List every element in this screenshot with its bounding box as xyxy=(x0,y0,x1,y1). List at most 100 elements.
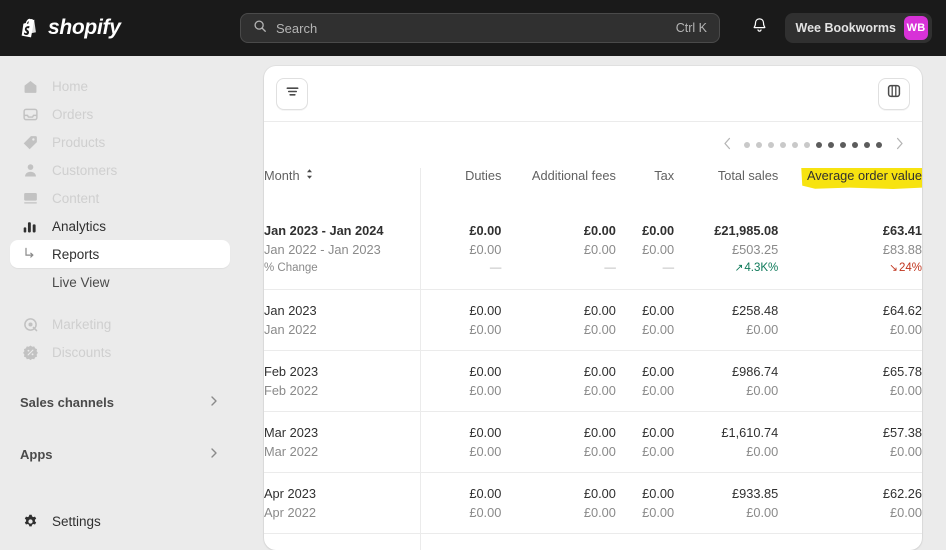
cell-total-sales: £21,985.08 £503.25 ↗4.3K% xyxy=(674,210,778,290)
sort-updown-icon[interactable] xyxy=(305,168,314,183)
value-current: £0.00 xyxy=(421,545,501,550)
value-current: £1,610.74 xyxy=(721,425,779,440)
store-account-button[interactable]: Wee Bookworms WB xyxy=(784,13,932,43)
value-previous: £0.00 xyxy=(889,383,922,398)
cell-total-sales: £1,309.81 xyxy=(674,534,778,550)
value-current: £0.00 xyxy=(583,303,616,318)
table-row[interactable]: Apr 2023 Apr 2022 £0.00 £0.00 £0.00 £0.0… xyxy=(264,472,922,534)
value-previous: £0.00 xyxy=(642,444,675,459)
column-header-month[interactable]: Month xyxy=(264,168,421,210)
top-bar: shopify Search Ctrl K Wee Bookworms WB xyxy=(0,0,946,56)
global-search-bar[interactable]: Search Ctrl K xyxy=(240,13,720,43)
cell-additional-fees: £0.00 £0.00 — xyxy=(501,210,616,290)
sidebar-item-customers[interactable]: Customers xyxy=(10,156,230,184)
column-header-duties[interactable]: Duties xyxy=(420,168,501,210)
column-header-tax[interactable]: Tax xyxy=(616,168,674,210)
period-current: May 2023 xyxy=(264,545,420,550)
table-row[interactable]: Mar 2023 Mar 2022 £0.00 £0.00 £0.00 £0.0… xyxy=(264,411,922,473)
table-row[interactable]: Feb 2023 Feb 2022 £0.00 £0.00 £0.00 £0.0… xyxy=(264,350,922,412)
sidebar-item-label: Customers xyxy=(52,162,118,178)
store-name-label: Wee Bookworms xyxy=(795,21,897,35)
period-current: Apr 2023 xyxy=(264,486,316,501)
period-current: Feb 2023 xyxy=(264,364,319,379)
cell-tax: £0.00 £0.00 xyxy=(616,351,674,412)
sidebar-section-sales-channels[interactable]: Sales channels xyxy=(10,388,230,416)
marketing-target-icon xyxy=(20,314,40,334)
period-current: Jan 2023 xyxy=(264,303,317,318)
column-header-average-order-value[interactable]: Average order value xyxy=(778,168,922,210)
value-current: £64.62 xyxy=(882,303,922,318)
columns-layout-icon xyxy=(886,83,902,104)
value-current: £933.85 xyxy=(732,486,779,501)
chevron-right-icon[interactable] xyxy=(892,137,906,153)
column-header-label: Tax xyxy=(654,168,675,183)
cell-additional-fees: £0.00 £0.00 xyxy=(501,351,616,412)
report-table-scroll[interactable]: Month Duties Additional fees Tax Total s… xyxy=(264,168,922,550)
sidebar-item-marketing[interactable]: Marketing xyxy=(10,310,230,338)
table-row-summary[interactable]: Jan 2023 - Jan 2024 Jan 2022 - Jan 2023 … xyxy=(264,210,922,290)
sidebar-item-discounts[interactable]: Discounts xyxy=(10,338,230,366)
table-row[interactable]: Jan 2023 Jan 2022 £0.00 £0.00 £0.00 £0.0… xyxy=(264,289,922,351)
search-icon xyxy=(253,19,267,38)
value-change-down: ↘24% xyxy=(778,259,922,278)
sidebar-item-analytics[interactable]: Analytics xyxy=(10,212,230,240)
sidebar-item-label: Reports xyxy=(52,246,100,262)
value-current: £57.38 xyxy=(882,425,922,440)
sidebar-item-label: Orders xyxy=(52,106,94,122)
cell-average-order-value: £65.78 £0.00 xyxy=(778,351,922,412)
bell-icon xyxy=(751,17,768,39)
report-card: Month Duties Additional fees Tax Total s… xyxy=(264,66,922,550)
cell-average-order-value: £63.41 £83.88 ↘24% xyxy=(778,210,922,290)
table-row[interactable]: May 2023 £0.00 £0.00 £0.00 xyxy=(264,533,922,550)
sidebar-item-label: Settings xyxy=(52,513,101,529)
sidebar-item-label: Content xyxy=(52,190,100,206)
sidebar-item-live-view[interactable]: Live View xyxy=(10,268,230,296)
cell-duties: £0.00 xyxy=(420,534,501,550)
value-previous: £0.00 xyxy=(642,505,675,520)
value-current: £0.00 xyxy=(642,303,675,318)
edit-columns-button[interactable] xyxy=(878,77,910,110)
value-current: £72.55 xyxy=(778,545,922,550)
sidebar-item-settings[interactable]: Settings xyxy=(10,506,230,536)
value-current: £0.00 xyxy=(469,425,502,440)
value-previous: £0.00 xyxy=(746,444,779,459)
pager-dots[interactable] xyxy=(744,142,882,148)
cell-tax: £0.00 £0.00 xyxy=(616,473,674,534)
value-previous: £0.00 xyxy=(746,322,779,337)
filter-button[interactable] xyxy=(276,77,308,110)
avatar: WB xyxy=(904,16,928,40)
cell-month: Jan 2023 - Jan 2024 Jan 2022 - Jan 2023 … xyxy=(264,210,421,290)
value-change-up: ↗4.3K% xyxy=(674,259,779,278)
arrow-down-right-icon: ↘ xyxy=(889,262,898,274)
sidebar-item-label: Home xyxy=(52,78,89,94)
search-input-placeholder[interactable]: Search xyxy=(276,21,676,36)
sidebar-item-orders[interactable]: Orders xyxy=(10,100,230,128)
column-header-total-sales[interactable]: Total sales xyxy=(674,168,778,210)
cell-duties: £0.00 £0.00 xyxy=(420,473,501,534)
chevron-right-icon xyxy=(208,447,220,462)
sidebar-item-content[interactable]: Content xyxy=(10,184,230,212)
products-tag-icon xyxy=(20,132,40,152)
cell-month: Apr 2023 Apr 2022 xyxy=(264,472,421,534)
value-current: £0.00 xyxy=(642,223,675,238)
notifications-button[interactable] xyxy=(745,13,775,43)
top-bar-right-cluster: Wee Bookworms WB xyxy=(745,0,932,56)
column-header-additional-fees[interactable]: Additional fees xyxy=(501,168,616,210)
report-toolbar xyxy=(264,66,922,122)
sidebar-item-home[interactable]: Home xyxy=(10,72,230,100)
shopify-logo[interactable]: shopify xyxy=(18,16,218,40)
summary-change-label: % Change xyxy=(264,262,318,274)
home-icon xyxy=(20,76,40,96)
value-current: £63.41 xyxy=(882,223,922,238)
cell-duties: £0.00 £0.00 xyxy=(420,351,501,412)
chevron-left-icon[interactable] xyxy=(720,137,734,153)
cell-total-sales: £258.48 £0.00 xyxy=(674,290,778,351)
arrow-up-right-icon: ↗ xyxy=(734,262,744,274)
sidebar-section-apps[interactable]: Apps xyxy=(10,440,230,468)
sidebar-item-reports[interactable]: Reports xyxy=(10,240,230,268)
sidebar-item-products[interactable]: Products xyxy=(10,128,230,156)
change-value: 4.3K% xyxy=(744,262,779,274)
period-previous: Mar 2022 xyxy=(264,444,319,459)
value-previous: £83.88 xyxy=(882,242,922,257)
